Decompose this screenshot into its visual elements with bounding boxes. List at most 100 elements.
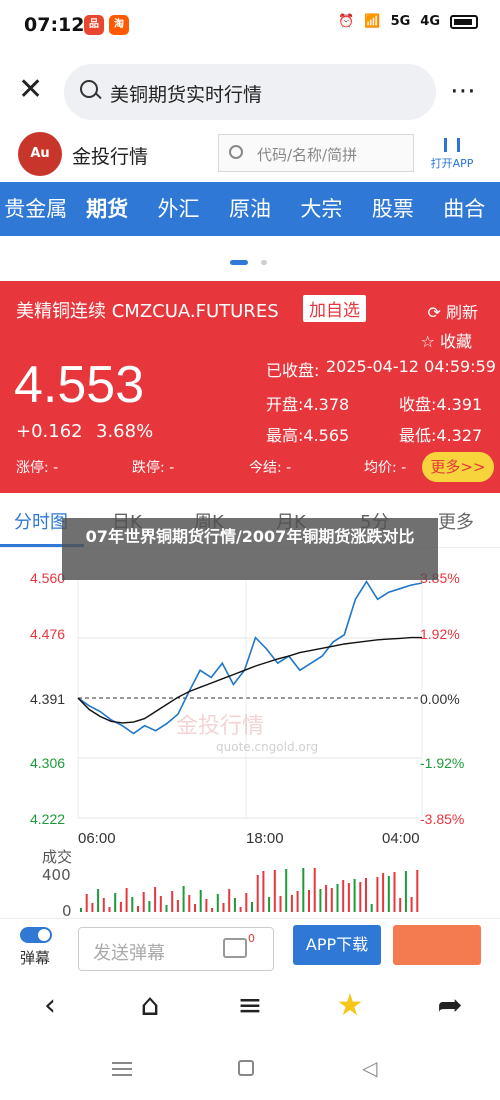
volume-bar — [399, 898, 402, 912]
category-stocks[interactable]: 股票 — [357, 182, 428, 236]
volume-bar — [273, 870, 276, 912]
app-download-button[interactable]: APP下载 — [293, 925, 381, 965]
open-app-icon — [444, 138, 460, 152]
limit-up: 涨停: - — [16, 460, 59, 476]
category-forex[interactable]: 外汇 — [143, 182, 214, 236]
signal-4g-label: 4G — [420, 14, 440, 29]
y-label-right: 0.00% — [420, 691, 460, 707]
add-watchlist-button[interactable]: 加自选 — [303, 295, 366, 322]
danmu-toggle[interactable] — [20, 927, 52, 943]
browser-toolbar: ‹ ⌂ ≡ ★ ➦ — [0, 978, 500, 1034]
brand-name: 金投行情 — [72, 146, 149, 168]
category-nav: 贵金属 期货 外汇 原油 大宗 股票 曲合 — [0, 182, 500, 236]
system-home-icon[interactable] — [238, 1060, 254, 1076]
volume-bar — [410, 897, 413, 912]
search-icon — [229, 145, 243, 159]
message-icon[interactable] — [223, 938, 247, 958]
volume-bar — [142, 892, 145, 912]
alarm-icon: ⏰ — [338, 14, 355, 29]
collect-button[interactable]: ☆ 收藏 — [421, 328, 472, 352]
volume-bar — [97, 889, 100, 912]
more-options-icon[interactable]: ⋯ — [450, 76, 478, 106]
status-icons: ⏰ 📶 5G 4G — [338, 14, 478, 29]
y-label-left: 4.306 — [30, 755, 66, 771]
category-futures[interactable]: 期货 — [71, 182, 142, 236]
price-change: +0.162 — [16, 421, 83, 442]
volume-bar — [376, 877, 379, 912]
volume-bar — [347, 883, 350, 912]
volume-bar — [222, 903, 225, 912]
category-more[interactable]: 曲合 — [429, 182, 500, 236]
code-search-placeholder: 代码/名称/简拼 — [257, 146, 358, 164]
back-icon[interactable]: ‹ — [30, 986, 70, 1026]
category-crude-oil[interactable]: 原油 — [214, 182, 285, 236]
volume-bar — [256, 875, 259, 912]
article-title-overlay: 07年世界铜期货行情/2007年铜期货涨跌对比 — [62, 518, 438, 580]
volume-bar — [228, 889, 231, 912]
signal-5g-label: 5G — [390, 14, 411, 29]
message-count: 0 — [248, 932, 255, 945]
volume-bar — [262, 871, 265, 912]
volume-bar — [102, 898, 105, 912]
volume-bar — [131, 897, 134, 912]
site-header: Au 金投行情 代码/名称/简拼 打开APP — [0, 128, 500, 182]
close-icon[interactable]: ✕ — [18, 75, 46, 105]
carousel-dot-active — [230, 260, 248, 265]
tab-more[interactable]: 更多 — [438, 508, 474, 534]
watermark: 金投行情 quote.cngold.org — [176, 708, 318, 754]
volume-bar — [416, 870, 419, 912]
system-back-icon[interactable]: ◁ — [362, 1056, 377, 1080]
volume-bar — [216, 894, 219, 912]
carousel-indicator — [230, 258, 270, 266]
volume-bar — [387, 876, 390, 912]
share-icon[interactable]: ➦ — [430, 986, 470, 1026]
refresh-button[interactable]: ⟳ 刷新 — [427, 299, 478, 323]
volume-bar — [365, 878, 367, 912]
recent-apps-icon[interactable] — [112, 1062, 132, 1076]
watermark-url: quote.cngold.org — [216, 740, 319, 754]
star-icon[interactable]: ★ — [330, 986, 370, 1026]
volume-bar — [245, 893, 248, 912]
search-box[interactable]: 美铜期货实时行情 — [64, 64, 436, 120]
danmu-bar: 弹幕 发送弹幕 0 APP下载 — [0, 918, 500, 978]
volume-bar — [159, 896, 162, 912]
volume-bar — [342, 880, 345, 912]
orange-action-button[interactable] — [393, 925, 481, 965]
volume-bar — [125, 888, 128, 912]
volume-bar — [279, 896, 282, 912]
volume-bar — [268, 897, 271, 912]
close-value: 收盘:4.391 — [399, 395, 483, 414]
battery-icon — [450, 14, 478, 29]
danmu-input[interactable]: 发送弹幕 0 — [78, 927, 274, 971]
instrument-name: 美精铜连续 CMZCUA.FUTURES — [16, 301, 279, 322]
volume-bar — [114, 893, 117, 912]
tab-intraday[interactable]: 分时图 — [14, 508, 68, 534]
category-commodities[interactable]: 大宗 — [286, 182, 357, 236]
volume-bar — [188, 895, 191, 912]
site-logo[interactable]: Au — [18, 132, 62, 176]
volume-panel: 成交 400 0 — [0, 842, 500, 920]
category-precious-metals[interactable]: 贵金属 — [0, 182, 71, 236]
volume-bar — [194, 904, 196, 912]
volume-bar — [205, 899, 208, 912]
carousel-dot — [261, 260, 267, 265]
app-badge-taobao: 淘 — [109, 15, 129, 35]
home-icon[interactable]: ⌂ — [130, 986, 170, 1026]
volume-bar — [80, 908, 82, 912]
open-app-label: 打开APP — [430, 157, 474, 170]
volume-bar — [154, 887, 157, 912]
tabs-menu-icon[interactable]: ≡ — [230, 986, 270, 1026]
intraday-chart: 4.560 4.476 4.391 4.306 4.222 3.85% 1.92… — [0, 560, 500, 860]
volume-bar — [325, 885, 328, 912]
more-quote-button[interactable]: 更多>> — [422, 452, 494, 482]
limit-down: 跌停: - — [132, 460, 175, 476]
volume-bar — [176, 900, 179, 912]
volume-bar — [239, 907, 242, 912]
price-change-pct: 3.68% — [96, 421, 154, 442]
open-app-button[interactable]: 打开APP — [426, 138, 478, 171]
volume-bar — [199, 890, 202, 912]
code-search-input[interactable]: 代码/名称/简拼 — [218, 134, 414, 172]
collect-label: 收藏 — [439, 332, 472, 351]
volume-bar — [171, 891, 174, 912]
volume-bar — [296, 891, 299, 912]
